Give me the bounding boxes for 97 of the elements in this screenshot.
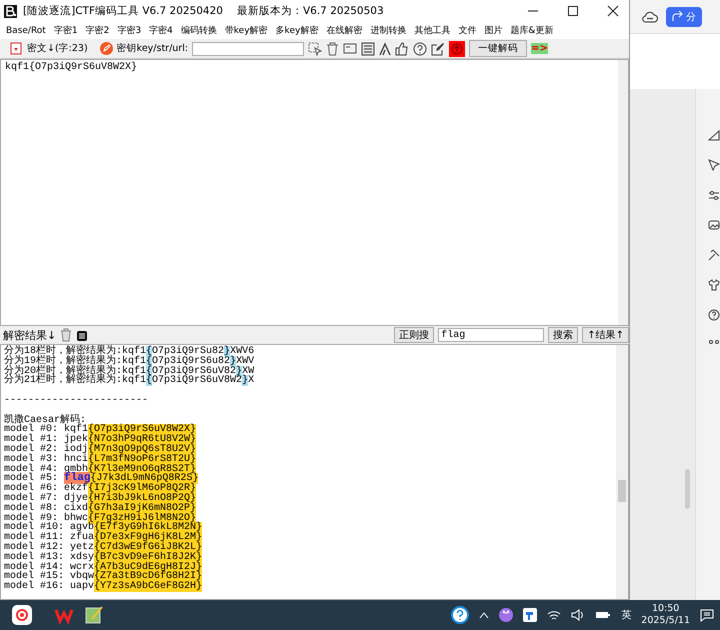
notepad-app-icon[interactable] bbox=[84, 605, 104, 625]
upload-icon[interactable] bbox=[449, 40, 466, 56]
highlighted-text: {Y7z3sA9bC6eF8G2H} bbox=[94, 581, 202, 592]
scrollbar[interactable] bbox=[616, 345, 628, 599]
result-text: X bbox=[248, 375, 254, 386]
highlighted-text: { bbox=[146, 346, 152, 357]
clock-date: 2025/5/11 bbox=[641, 615, 690, 627]
result-text: O7p3iQ9rS6uV8W2 bbox=[152, 375, 242, 386]
terminal-icon[interactable] bbox=[343, 42, 358, 55]
close-icon[interactable] bbox=[607, 5, 619, 17]
copy-icon[interactable] bbox=[76, 328, 88, 342]
pencil-icon[interactable] bbox=[100, 42, 113, 55]
app-logo-icon bbox=[4, 4, 17, 18]
battery-icon[interactable] bbox=[595, 610, 612, 620]
highlighted-text: {B7c3vD9eF6hI8J2K} bbox=[94, 552, 202, 563]
result-text: model #12: yetz bbox=[4, 542, 94, 553]
scrollbar[interactable] bbox=[685, 469, 690, 509]
ciphertext-label: 密文↓(字:23) bbox=[27, 42, 88, 55]
wifi-icon[interactable] bbox=[547, 609, 562, 621]
image-icon[interactable] bbox=[708, 219, 720, 231]
regex-search-button[interactable]: 正则搜 bbox=[394, 327, 434, 343]
input-method-indicator[interactable]: 英 bbox=[621, 608, 632, 622]
menu-item[interactable]: 字密4 bbox=[145, 24, 177, 37]
key-label: 密钥key/str/url: bbox=[116, 42, 188, 55]
menu-item[interactable]: 其他工具 bbox=[410, 24, 454, 37]
menu-item[interactable]: 字密1 bbox=[50, 24, 82, 37]
result-text: model #8: cixd bbox=[4, 502, 88, 514]
cursor-icon[interactable] bbox=[708, 159, 720, 171]
menu-item[interactable]: 编码转换 bbox=[176, 24, 221, 37]
result-text: XWV6 bbox=[230, 346, 254, 357]
help-icon[interactable] bbox=[451, 606, 470, 624]
menu-item[interactable]: 多key解密 bbox=[272, 24, 322, 37]
edit-icon[interactable] bbox=[431, 42, 446, 56]
cat-icon[interactable] bbox=[499, 608, 514, 622]
result-text: O7p3iQ9rSu82 bbox=[152, 346, 224, 357]
result-text: XWV bbox=[236, 356, 254, 367]
share-button[interactable]: 分 bbox=[666, 6, 702, 26]
help-icon[interactable] bbox=[413, 42, 428, 56]
highlighted-text: { bbox=[146, 375, 152, 386]
thumbs-up-icon[interactable] bbox=[395, 42, 410, 56]
menu-item[interactable]: 进制转换 bbox=[366, 24, 410, 37]
more-icon[interactable] bbox=[708, 339, 720, 345]
maximize-icon[interactable] bbox=[567, 5, 579, 17]
result-text: model #2: iodj bbox=[4, 444, 88, 455]
menu-item[interactable]: 题库&更新 bbox=[506, 24, 558, 37]
menu-item[interactable]: 在线解密 bbox=[322, 24, 366, 37]
triangle-ruler-icon[interactable] bbox=[708, 129, 720, 141]
volume-icon[interactable] bbox=[571, 609, 586, 621]
scrollbar[interactable] bbox=[618, 60, 628, 325]
result-text: model #16: uapv bbox=[4, 581, 94, 592]
shirt-icon[interactable] bbox=[708, 279, 720, 291]
result-text: model #7: djye bbox=[4, 492, 88, 504]
result-text: model #3: hnci bbox=[4, 454, 88, 465]
highlighted-text: } bbox=[242, 375, 248, 386]
result-text: O7p3iQ9rS6u82 bbox=[152, 356, 230, 367]
highlighted-text: {H7i3bJ9kL6nO8P2Q} bbox=[88, 492, 196, 504]
app-icon[interactable] bbox=[523, 608, 538, 622]
cloud-icon[interactable] bbox=[642, 10, 658, 24]
latest-version-text: 最新版本为：V6.7 20250503 bbox=[236, 4, 384, 18]
highlighted-text: { bbox=[146, 356, 152, 367]
menu-item[interactable]: 字密2 bbox=[82, 24, 114, 37]
menu-item[interactable]: Base/Rot bbox=[2, 26, 50, 36]
result-text-area[interactable] bbox=[0, 344, 629, 600]
calculator-icon[interactable] bbox=[361, 42, 376, 56]
lambda-icon[interactable] bbox=[379, 42, 392, 56]
one-click-decode-button[interactable]: 一键解码 bbox=[469, 40, 528, 57]
highlighted-text: } bbox=[236, 366, 242, 377]
arrow-indicator: => bbox=[531, 43, 548, 54]
menu-item[interactable]: 字密3 bbox=[113, 24, 146, 37]
highlighted-text: } bbox=[230, 356, 236, 367]
highlighted-text: } bbox=[224, 346, 230, 357]
cursor-icon[interactable] bbox=[308, 42, 322, 56]
result-button[interactable]: ↑结果↑ bbox=[582, 327, 629, 343]
share-icon bbox=[672, 11, 683, 22]
window-title: [随波逐流]CTF编码工具 V6.7 20250420 bbox=[23, 4, 223, 18]
highlighted-text: {M7n3gO9pQ6sT8U2V} bbox=[88, 444, 196, 455]
result-text: ------------------------ bbox=[4, 394, 148, 406]
trash-icon[interactable] bbox=[326, 42, 340, 56]
sliders-icon[interactable] bbox=[708, 189, 720, 201]
notification-icon[interactable] bbox=[700, 608, 714, 622]
menu-item[interactable]: 图片 bbox=[480, 24, 506, 37]
chevron-up-icon[interactable] bbox=[479, 611, 490, 619]
highlighted-text: {L7m3fN9oP6rS8T2U} bbox=[88, 454, 196, 465]
menu-item[interactable]: 文件 bbox=[454, 24, 480, 37]
highlighted-text: {G7h3aI9jK6mN8O2P} bbox=[88, 502, 196, 514]
key-input-field[interactable] bbox=[192, 42, 304, 56]
menu-item[interactable]: 带key解密 bbox=[220, 24, 272, 37]
result-text: model #13: xdsy bbox=[4, 552, 94, 563]
result-text: 分为21栏时，解密结果为:kqf1 bbox=[4, 375, 146, 386]
document-icon[interactable] bbox=[10, 42, 23, 55]
search-field[interactable]: flag bbox=[438, 328, 544, 342]
search-button[interactable]: 搜索 bbox=[548, 327, 578, 343]
help-icon[interactable] bbox=[708, 309, 720, 321]
result-label: 解密结果↓ bbox=[2, 328, 56, 342]
clock-time: 10:50 bbox=[652, 603, 680, 615]
ciphertext-text-area[interactable]: kqf1{O7p3iQ9rS6uV8W2X} bbox=[0, 59, 629, 326]
highlighted-text: {C7d3wE9fG6iJ8K2L} bbox=[94, 542, 202, 553]
